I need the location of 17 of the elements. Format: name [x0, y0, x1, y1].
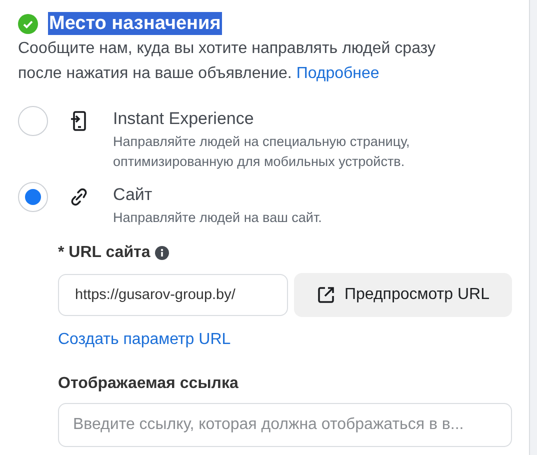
info-icon[interactable]	[155, 246, 170, 260]
display-link-field[interactable]: Введите ссылку, которая должна отображаться в в...	[58, 403, 512, 447]
radio-button[interactable]	[18, 106, 48, 136]
create-parameter-link[interactable]: Создать параметр URL	[58, 331, 231, 349]
field-label: * URL сайта	[58, 244, 150, 262]
section-description: Сообщите нам, куда вы хотите направлять людей сразу после нажатия на ваше объявление. Подробнее	[18, 39, 436, 84]
preview-button[interactable]: Предпросмотр URL	[294, 273, 512, 317]
option-description: Направляйте людей на ваш сайт.	[113, 209, 322, 227]
url-field[interactable]: https://gusarov-group.by/	[58, 274, 288, 316]
radio-button[interactable]	[18, 182, 48, 212]
option-description: Направляйте людей на специальную страницу, оптимизированную для мобильных устройств.	[113, 133, 411, 171]
external-link-icon	[316, 286, 335, 304]
option-title: Сайт	[113, 184, 154, 206]
section-title: Место назначения	[48, 12, 222, 35]
option-title: Instant Experience	[113, 108, 255, 130]
learn-more-link[interactable]: Подробнее	[296, 65, 380, 82]
field-label: Отображаемая ссылка	[58, 375, 238, 393]
